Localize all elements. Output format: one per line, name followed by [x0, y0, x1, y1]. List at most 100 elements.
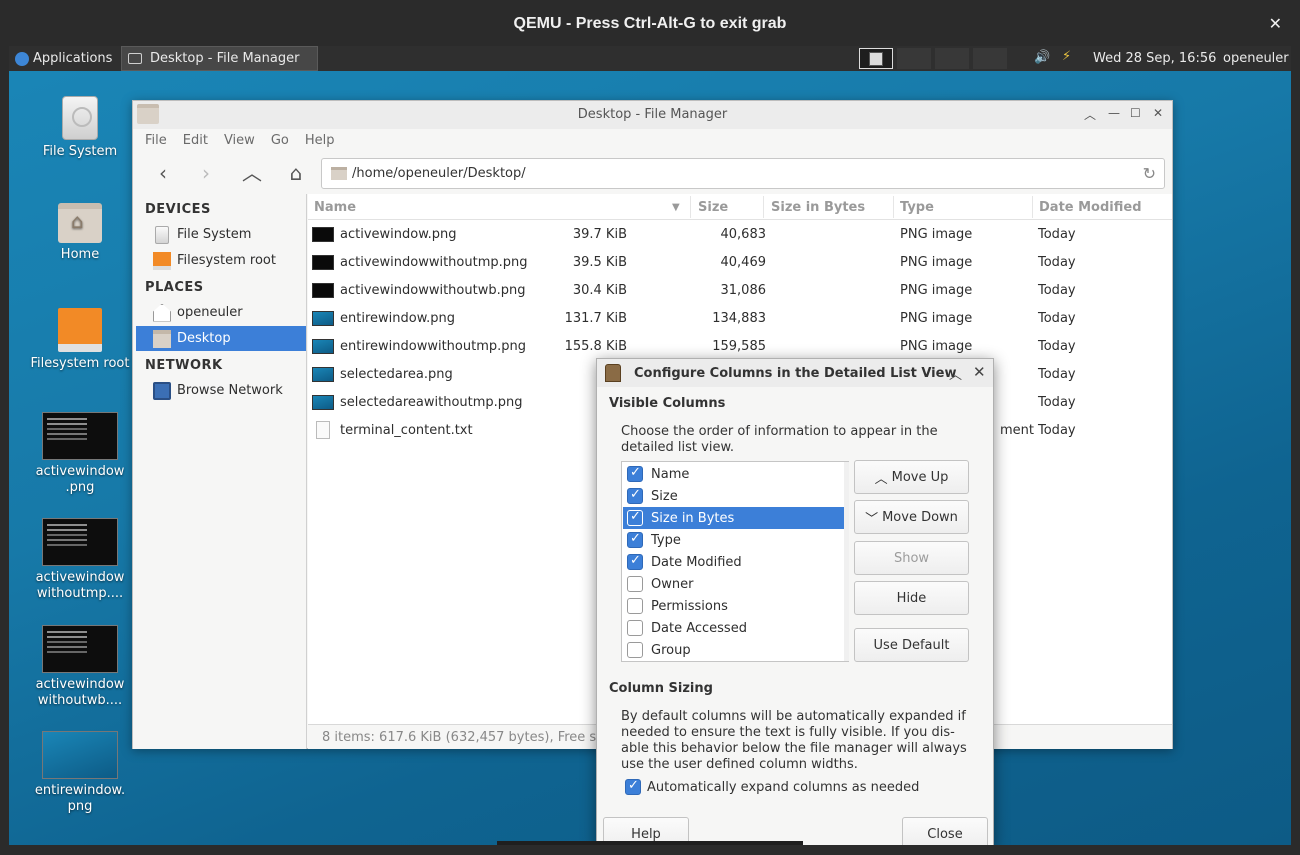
- sidebar-item-browse-network[interactable]: Browse Network: [136, 378, 306, 403]
- column-list-scrollbar[interactable]: [844, 462, 849, 661]
- sidebar-item-desktop[interactable]: Desktop: [136, 326, 306, 351]
- desktop-folder-icon: [153, 329, 171, 348]
- applications-menu[interactable]: Applications: [11, 46, 116, 71]
- file-row[interactable]: activewindowwithoutwb.png 30.4 KiB 31,08…: [308, 277, 1172, 305]
- home-button[interactable]: ⌂: [281, 159, 311, 187]
- hide-button[interactable]: Hide: [854, 581, 969, 615]
- file-name: selectedareawithoutmp.png: [340, 395, 523, 410]
- column-header-date-modified[interactable]: Date Modified: [1039, 200, 1142, 215]
- column-option-date-accessed[interactable]: Date Accessed: [623, 617, 847, 639]
- column-list: Name Size Size in Bytes Type Date Modifi…: [621, 461, 849, 662]
- file-size-bytes: 159,585: [712, 339, 766, 354]
- column-checkbox[interactable]: [627, 620, 643, 636]
- column-option-date-modified[interactable]: Date Modified: [623, 551, 847, 573]
- auto-expand-option[interactable]: Automatically expand columns as needed: [625, 778, 919, 795]
- close-button[interactable]: Close: [902, 817, 988, 845]
- column-separator[interactable]: [763, 196, 764, 218]
- move-up-button[interactable]: ︿ Move Up: [854, 460, 969, 494]
- image-thumbnail-icon: [42, 625, 118, 673]
- maximize-icon[interactable]: ☐: [1130, 106, 1141, 120]
- column-option-permissions[interactable]: Permissions: [623, 595, 847, 617]
- file-size-bytes: 134,883: [712, 311, 766, 326]
- shade-icon[interactable]: ︿: [1084, 106, 1096, 123]
- file-manager-titlebar[interactable]: Desktop - File Manager ︿ — ☐ ✕: [133, 101, 1172, 129]
- file-name: terminal_content.txt: [340, 423, 473, 438]
- file-row[interactable]: entirewindowwithoutmp.png 155.8 KiB 159,…: [308, 333, 1172, 361]
- column-checkbox[interactable]: [627, 509, 643, 526]
- show-button[interactable]: Show: [854, 541, 969, 575]
- menu-edit[interactable]: Edit: [181, 129, 216, 153]
- guest-desktop: Applications Desktop - File Manager 🔊 ⚡ …: [9, 46, 1291, 845]
- sidebar-item-label: File System: [177, 227, 252, 242]
- column-checkbox[interactable]: [627, 487, 643, 504]
- column-header-type[interactable]: Type: [900, 200, 934, 215]
- column-checkbox[interactable]: [627, 531, 643, 548]
- desktop-icon-activewindowwithoutwb[interactable]: activewindow withoutwb....: [30, 625, 130, 709]
- column-header-size[interactable]: Size: [698, 200, 728, 215]
- move-down-button[interactable]: ﹀ Move Down: [854, 500, 969, 534]
- workspace-1[interactable]: [859, 48, 893, 69]
- menu-help[interactable]: Help: [303, 129, 343, 153]
- use-default-button[interactable]: Use Default: [854, 628, 969, 662]
- parent-folder-button[interactable]: ︿: [237, 159, 267, 187]
- column-header-size-in-bytes[interactable]: Size in Bytes: [771, 200, 865, 215]
- workspace-4[interactable]: [973, 48, 1007, 69]
- forward-button[interactable]: ›: [191, 159, 221, 187]
- column-checkbox[interactable]: [627, 576, 643, 592]
- file-date: Today: [1038, 255, 1076, 270]
- volume-icon[interactable]: 🔊: [1034, 50, 1050, 65]
- close-icon[interactable]: ✕: [1153, 106, 1163, 120]
- column-option-type[interactable]: Type: [623, 529, 847, 551]
- desktop-icon-file-system[interactable]: File System: [30, 96, 130, 160]
- file-row[interactable]: entirewindow.png 131.7 KiB 134,883 PNG i…: [308, 305, 1172, 333]
- network-status-icon[interactable]: ⚡: [1062, 49, 1071, 64]
- workspace-3[interactable]: [935, 48, 969, 69]
- column-checkbox[interactable]: [627, 553, 643, 570]
- sidebar-item-label: Filesystem root: [177, 253, 276, 268]
- auto-expand-checkbox[interactable]: [625, 778, 641, 795]
- menu-file[interactable]: File: [143, 129, 175, 153]
- minimize-icon[interactable]: —: [1108, 106, 1120, 120]
- close-icon[interactable]: ✕: [973, 363, 986, 381]
- shade-icon[interactable]: ︿: [949, 364, 962, 383]
- column-sizing-heading: Column Sizing: [609, 681, 713, 696]
- back-button[interactable]: ‹: [148, 159, 178, 187]
- desktop-icon-label: activewindow withoutmp....: [35, 570, 125, 601]
- sidebar-item-openeuler[interactable]: openeuler: [136, 300, 306, 325]
- sidebar-item-filesystem-root[interactable]: Filesystem root: [136, 248, 306, 273]
- column-checkbox[interactable]: [627, 465, 643, 482]
- column-option-label: Permissions: [651, 598, 728, 614]
- file-date: Today: [1038, 395, 1076, 410]
- file-row[interactable]: activewindowwithoutmp.png 39.5 KiB 40,46…: [308, 249, 1172, 277]
- column-option-owner[interactable]: Owner: [623, 573, 847, 595]
- workspace-2[interactable]: [897, 48, 931, 69]
- file-row[interactable]: activewindow.png 39.7 KiB 40,683 PNG ima…: [308, 221, 1172, 249]
- column-option-size-in-bytes[interactable]: Size in Bytes: [623, 507, 847, 529]
- desktop-icon-activewindowwithoutmp[interactable]: activewindow withoutmp....: [30, 518, 130, 602]
- menu-view[interactable]: View: [222, 129, 263, 153]
- sidebar-item-file-system[interactable]: File System: [136, 222, 306, 247]
- clock[interactable]: Wed 28 Sep, 16:56: [1093, 51, 1216, 66]
- column-option-name[interactable]: Name: [623, 463, 847, 485]
- column-header-name[interactable]: Name: [314, 200, 356, 215]
- user-menu[interactable]: openeuler: [1223, 51, 1289, 66]
- reload-icon[interactable]: ↻: [1143, 164, 1156, 183]
- column-option-size[interactable]: Size: [623, 485, 847, 507]
- desktop-icon-entirewindow[interactable]: entirewindow. png: [30, 731, 130, 815]
- column-checkbox[interactable]: [627, 598, 643, 614]
- sidebar-header-devices: DEVICES: [145, 202, 211, 217]
- column-option-label: Size in Bytes: [651, 510, 735, 526]
- location-bar[interactable]: /home/openeuler/Desktop/ ↻: [321, 158, 1165, 189]
- taskbar-button-file-manager[interactable]: Desktop - File Manager: [121, 46, 318, 71]
- column-separator[interactable]: [690, 196, 691, 218]
- desktop-icon-filesystem-root[interactable]: Filesystem root: [30, 308, 130, 372]
- desktop-icon-activewindow[interactable]: activewindow .png: [30, 412, 130, 496]
- column-separator[interactable]: [893, 196, 894, 218]
- menu-go[interactable]: Go: [269, 129, 297, 153]
- qemu-close-icon[interactable]: ✕: [1269, 14, 1282, 33]
- column-separator[interactable]: [1032, 196, 1033, 218]
- dialog-titlebar[interactable]: Configure Columns in the Detailed List V…: [597, 359, 993, 387]
- column-option-group[interactable]: Group: [623, 639, 847, 661]
- desktop-icon-home[interactable]: Home: [30, 203, 130, 263]
- column-checkbox[interactable]: [627, 642, 643, 658]
